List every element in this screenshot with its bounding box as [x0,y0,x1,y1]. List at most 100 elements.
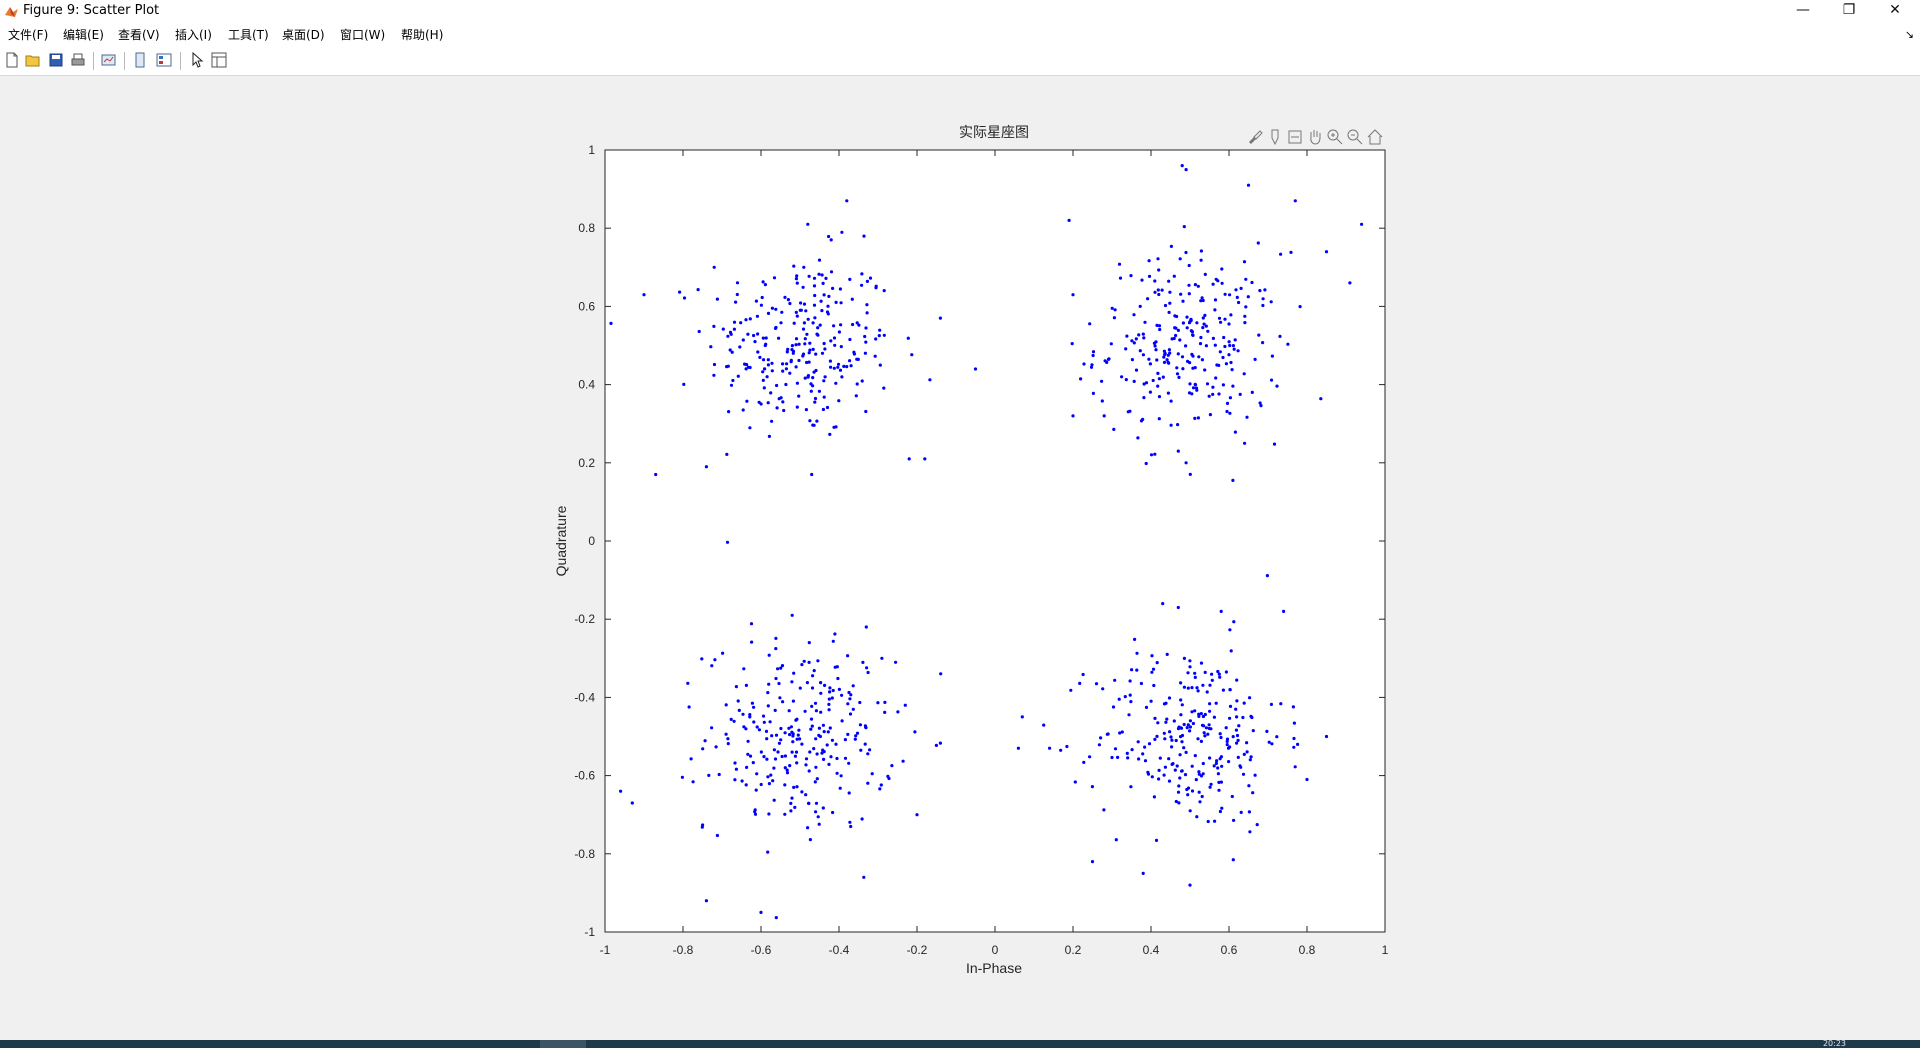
scatter-point [783,295,787,299]
scatter-point [1166,391,1170,395]
zoom-in-icon[interactable] [1326,128,1344,146]
scatter-point [1118,276,1123,280]
scatter-point [1247,810,1251,814]
x-tick-label: -0.8 [673,943,694,957]
scatter-point [1249,755,1253,759]
scatter-point [1113,678,1117,682]
scatter-point [1220,764,1224,768]
scatter-point [777,336,781,340]
scatter-point [837,399,841,403]
brush-icon[interactable] [1246,128,1264,146]
scatter-point [738,345,742,349]
scatter-point [1157,292,1161,297]
scatter-point [807,660,811,665]
scatter-point [1250,280,1254,285]
menu-desktop[interactable]: 桌面(D) [282,26,325,43]
scatter-point [1187,321,1192,325]
scatter-point [837,687,842,692]
scatter-point [1207,394,1211,398]
scatter-point [775,406,779,410]
scatter-point [846,732,850,737]
menu-file[interactable]: 文件(F) [8,26,48,43]
scatter-point [1213,308,1217,312]
scatter-point [1207,723,1211,727]
taskbar-active-app[interactable] [540,1040,586,1048]
scatter-point [812,276,817,280]
scatter-point [1176,328,1180,332]
scatter-point [1167,757,1171,761]
scatter-point [851,684,855,688]
home-icon[interactable] [1366,128,1384,146]
scatter-point [791,732,795,736]
scatter-point [1242,372,1246,376]
scatter-point [1144,461,1148,466]
scatter-point [852,350,856,354]
scatter-point [1187,391,1192,395]
scatter-point [845,365,849,369]
scatter-point [1246,295,1250,299]
minimize-button[interactable]: — [1780,0,1826,23]
data-tip-icon[interactable] [1266,128,1284,146]
scatter-point [795,381,800,385]
scatter-point [1228,688,1232,692]
close-button[interactable]: ✕ [1872,0,1918,23]
scatter-point [795,785,799,789]
menu-view[interactable]: 查看(V) [118,26,160,43]
scatter-point [1199,739,1203,744]
scatter-point [802,265,806,269]
scatter-point [832,336,837,340]
scatter-point [822,341,826,346]
restore-view-icon[interactable] [1286,128,1304,146]
scatter-point [832,366,836,370]
edit-plot-arrow-icon[interactable] [189,52,205,68]
save-icon[interactable] [48,52,64,68]
menu-tools[interactable]: 工具(T) [228,26,269,43]
open-file-icon[interactable] [25,52,41,68]
scatter-point [1218,732,1222,736]
scatter-point [1228,411,1232,415]
scatter-point [1232,818,1236,823]
scatter-point [794,343,798,347]
scatter-point [827,708,831,712]
scatter-point [827,294,831,298]
scatter-point [713,658,717,662]
scatter-point [1129,785,1133,789]
scatter-point [766,850,770,854]
scatter-point [829,755,833,759]
scatter-point [845,199,849,203]
scatter-point [686,681,690,685]
scatter-point [1059,748,1063,752]
scatter-point [1116,755,1120,760]
menu-window[interactable]: 窗口(W) [340,26,385,43]
scatter-point [741,408,745,412]
axes-background[interactable] [604,149,1386,933]
new-figure-icon[interactable] [4,52,20,68]
link-plot-icon[interactable] [101,52,117,68]
hide-plot-tools-icon[interactable] [132,52,148,68]
scatter-point [642,293,646,297]
scatter-point [682,296,687,300]
scatter-point [700,825,704,829]
scatter-point [1168,730,1172,734]
restore-button[interactable]: ❐ [1826,0,1872,23]
scatter-point [836,676,840,681]
zoom-out-icon[interactable] [1346,128,1364,146]
print-icon[interactable] [70,52,86,68]
property-inspector-icon[interactable] [211,52,227,68]
scatter-point [707,773,711,778]
dock-figure-icon[interactable]: ↘ [1905,28,1914,41]
pan-hand-icon[interactable] [1306,128,1324,146]
scatter-point [1175,764,1179,768]
scatter-point [1184,168,1188,172]
scatter-point [1174,333,1178,338]
show-plot-tools-icon[interactable] [156,52,172,68]
menu-insert[interactable]: 插入(I) [175,26,212,43]
scatter-point [764,336,768,340]
scatter-point [838,786,842,790]
menu-edit[interactable]: 编辑(E) [63,26,104,43]
scatter-point [847,761,851,765]
menu-help[interactable]: 帮助(H) [401,26,443,43]
scatter-point [789,358,793,362]
scatter-point [837,330,842,334]
scatter-point [1164,720,1168,724]
